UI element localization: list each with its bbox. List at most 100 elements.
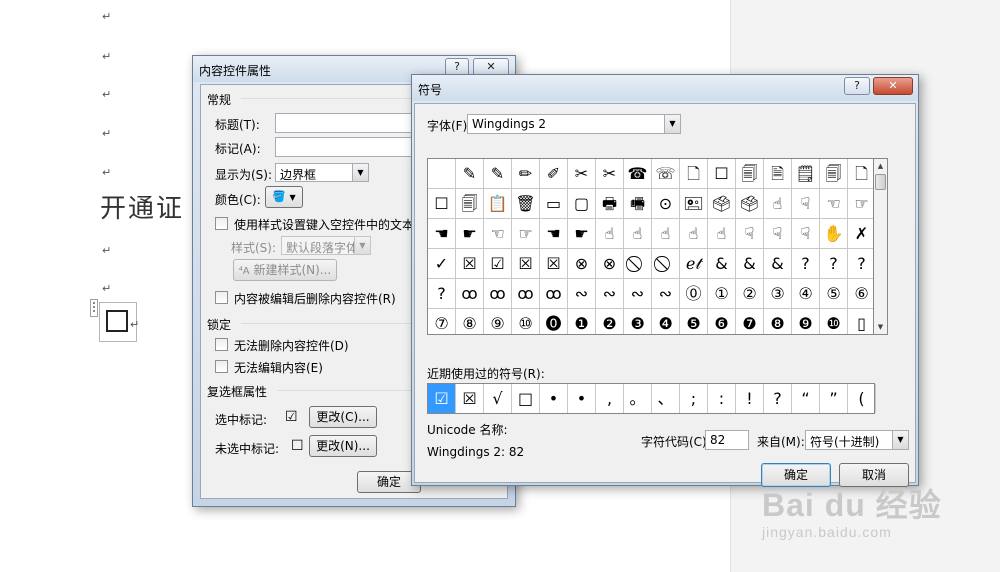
- chevron-down-icon[interactable]: ▼: [354, 237, 370, 254]
- symbol-cell[interactable]: ⑩: [512, 309, 540, 334]
- symbol-grid[interactable]: ✎ ✎ ✏ ✐ ✂ ✂ ☎ ☏ 🗋 ☐ 🗐 🗎 🗒 🗐 🗋 ☐ 🗐 📋 🗑 ▭ ▢ 🖶 🖷 ⊙ 🖭 🗳 🗳 ☝ ☟ ☜ ☞ ☚ ☛ ☜ ☞ ☚ ☛ ☝ ☝ ☝…: [427, 158, 874, 335]
- symbol-cell[interactable]: ☟: [792, 189, 820, 219]
- symbol-cell[interactable]: 🗑: [512, 189, 540, 219]
- checkbox-glyph[interactable]: [106, 310, 128, 332]
- symbol-cell[interactable]: ☝: [708, 219, 736, 249]
- symbol-cell[interactable]: ☝: [596, 219, 624, 249]
- symbol-cell[interactable]: ☝: [652, 219, 680, 249]
- symbol-cell[interactable]: ❼: [736, 309, 764, 334]
- symbol-cell[interactable]: ⑤: [820, 279, 848, 309]
- content-control-handle[interactable]: [90, 299, 98, 317]
- symbol-cell[interactable]: ꝏ: [484, 279, 512, 309]
- symbol-grid-scrollbar[interactable]: ▲ ▼: [874, 158, 888, 335]
- symbol-cell[interactable]: ⑥: [848, 279, 873, 309]
- symbol-cell[interactable]: ✎: [484, 159, 512, 189]
- symbol-cell[interactable]: 🗎: [764, 159, 792, 189]
- symbol-cell[interactable]: ☚: [540, 219, 568, 249]
- symbol-cell[interactable]: ▭: [540, 189, 568, 219]
- symbol-cell[interactable]: ∾: [624, 279, 652, 309]
- symbol-cell[interactable]: 🗋: [848, 159, 873, 189]
- recent-symbol-cell[interactable]: “: [792, 384, 820, 413]
- recent-symbols-row[interactable]: ☑ ☒ √ □ • •,。、;:!? “”(: [427, 383, 876, 414]
- symbol-cell[interactable]: ✗: [848, 219, 873, 249]
- symbol-cell[interactable]: ?: [848, 249, 873, 279]
- scroll-thumb[interactable]: [875, 174, 886, 190]
- symbol-cell[interactable]: ⑧: [456, 309, 484, 334]
- symbol-cell[interactable]: ∾: [596, 279, 624, 309]
- document-heading[interactable]: 开通证: [100, 188, 184, 225]
- symbol-cell[interactable]: ▯: [848, 309, 873, 334]
- close-button[interactable]: ✕: [873, 77, 913, 95]
- symbol-cell[interactable]: ∾: [568, 279, 596, 309]
- cannot-edit-checkbox[interactable]: [215, 360, 228, 373]
- symbol-cell[interactable]: 🗳: [736, 189, 764, 219]
- symbol-cell[interactable]: 🗐: [736, 159, 764, 189]
- new-style-button[interactable]: ⁴A 新建样式(N)...: [233, 259, 337, 281]
- font-select[interactable]: Wingdings 2 ▼: [467, 114, 681, 134]
- symbol-cell[interactable]: ❾: [792, 309, 820, 334]
- dialog-titlebar[interactable]: 符号 ? ✕: [412, 75, 918, 101]
- symbol-cell[interactable]: [428, 159, 456, 189]
- symbol-cell[interactable]: ▢: [568, 189, 596, 219]
- remove-when-edited-checkbox[interactable]: [215, 291, 228, 304]
- symbol-cell[interactable]: ⃠: [652, 249, 680, 279]
- symbol-cell[interactable]: ❺: [680, 309, 708, 334]
- symbol-cell[interactable]: ☟: [736, 219, 764, 249]
- use-style-checkbox[interactable]: [215, 217, 228, 230]
- symbol-cell[interactable]: ❹: [652, 309, 680, 334]
- symbol-cell[interactable]: ❽: [764, 309, 792, 334]
- symbol-cell[interactable]: ☛: [456, 219, 484, 249]
- symbol-cell[interactable]: ⑦: [428, 309, 456, 334]
- symbol-cell[interactable]: ☒: [456, 249, 484, 279]
- chevron-down-icon[interactable]: ▼: [892, 431, 908, 449]
- recent-symbol-cell[interactable]: ☑: [428, 384, 456, 413]
- symbol-cell[interactable]: 🖷: [624, 189, 652, 219]
- symbol-cell[interactable]: &: [764, 249, 792, 279]
- symbol-cell[interactable]: ☝: [680, 219, 708, 249]
- recent-symbol-cell[interactable]: •: [540, 384, 568, 413]
- symbol-cell[interactable]: ☚: [428, 219, 456, 249]
- symbol-cell[interactable]: ✎: [456, 159, 484, 189]
- symbol-cell[interactable]: 🗳: [708, 189, 736, 219]
- recent-symbol-cell[interactable]: ?: [764, 384, 792, 413]
- symbol-cell[interactable]: ❶: [568, 309, 596, 334]
- symbol-cell[interactable]: ❻: [708, 309, 736, 334]
- symbol-cell[interactable]: ☛: [568, 219, 596, 249]
- symbol-cell[interactable]: ☎: [624, 159, 652, 189]
- symbol-cell[interactable]: ⃠: [624, 249, 652, 279]
- symbol-cell[interactable]: 🗐: [456, 189, 484, 219]
- symbol-cell[interactable]: ⊗: [568, 249, 596, 279]
- chevron-down-icon[interactable]: ▼: [352, 164, 368, 181]
- symbol-cell[interactable]: ☟: [764, 219, 792, 249]
- help-button[interactable]: ?: [844, 77, 870, 95]
- style-select[interactable]: 默认段落字体 ▼: [281, 236, 371, 255]
- recent-symbol-cell[interactable]: ☒: [456, 384, 484, 413]
- symbol-cell[interactable]: ③: [764, 279, 792, 309]
- symbol-cell[interactable]: 🗋: [680, 159, 708, 189]
- symbol-cell[interactable]: ∾: [652, 279, 680, 309]
- symbol-cell[interactable]: ☜: [820, 189, 848, 219]
- recent-symbol-cell[interactable]: :: [708, 384, 736, 413]
- symbol-cell[interactable]: ❿: [820, 309, 848, 334]
- scroll-up-icon[interactable]: ▲: [874, 159, 887, 173]
- scroll-down-icon[interactable]: ▼: [874, 320, 887, 334]
- symbol-cell[interactable]: &: [736, 249, 764, 279]
- symbol-cell[interactable]: ꝏ: [540, 279, 568, 309]
- symbol-cell[interactable]: ꝏ: [456, 279, 484, 309]
- symbol-cell[interactable]: ꝏ: [512, 279, 540, 309]
- symbol-cell[interactable]: ℯ𝓉: [680, 249, 708, 279]
- symbol-cell[interactable]: ⓿: [540, 309, 568, 334]
- symbol-cell[interactable]: ❸: [624, 309, 652, 334]
- symbol-cell[interactable]: &: [708, 249, 736, 279]
- symbol-cell[interactable]: ✓: [428, 249, 456, 279]
- symbol-cell[interactable]: ☞: [512, 219, 540, 249]
- symbol-cell[interactable]: ?: [820, 249, 848, 279]
- symbol-cell[interactable]: ⊙: [652, 189, 680, 219]
- recent-symbol-cell[interactable]: !: [736, 384, 764, 413]
- chevron-down-icon[interactable]: ▼: [664, 115, 680, 133]
- change-unchecked-symbol-button[interactable]: 更改(N)...: [309, 435, 377, 457]
- symbol-cell[interactable]: ⊗: [596, 249, 624, 279]
- recent-symbol-cell[interactable]: 、: [652, 384, 680, 413]
- symbol-cell[interactable]: ☐: [708, 159, 736, 189]
- symbol-cell[interactable]: ⑨: [484, 309, 512, 334]
